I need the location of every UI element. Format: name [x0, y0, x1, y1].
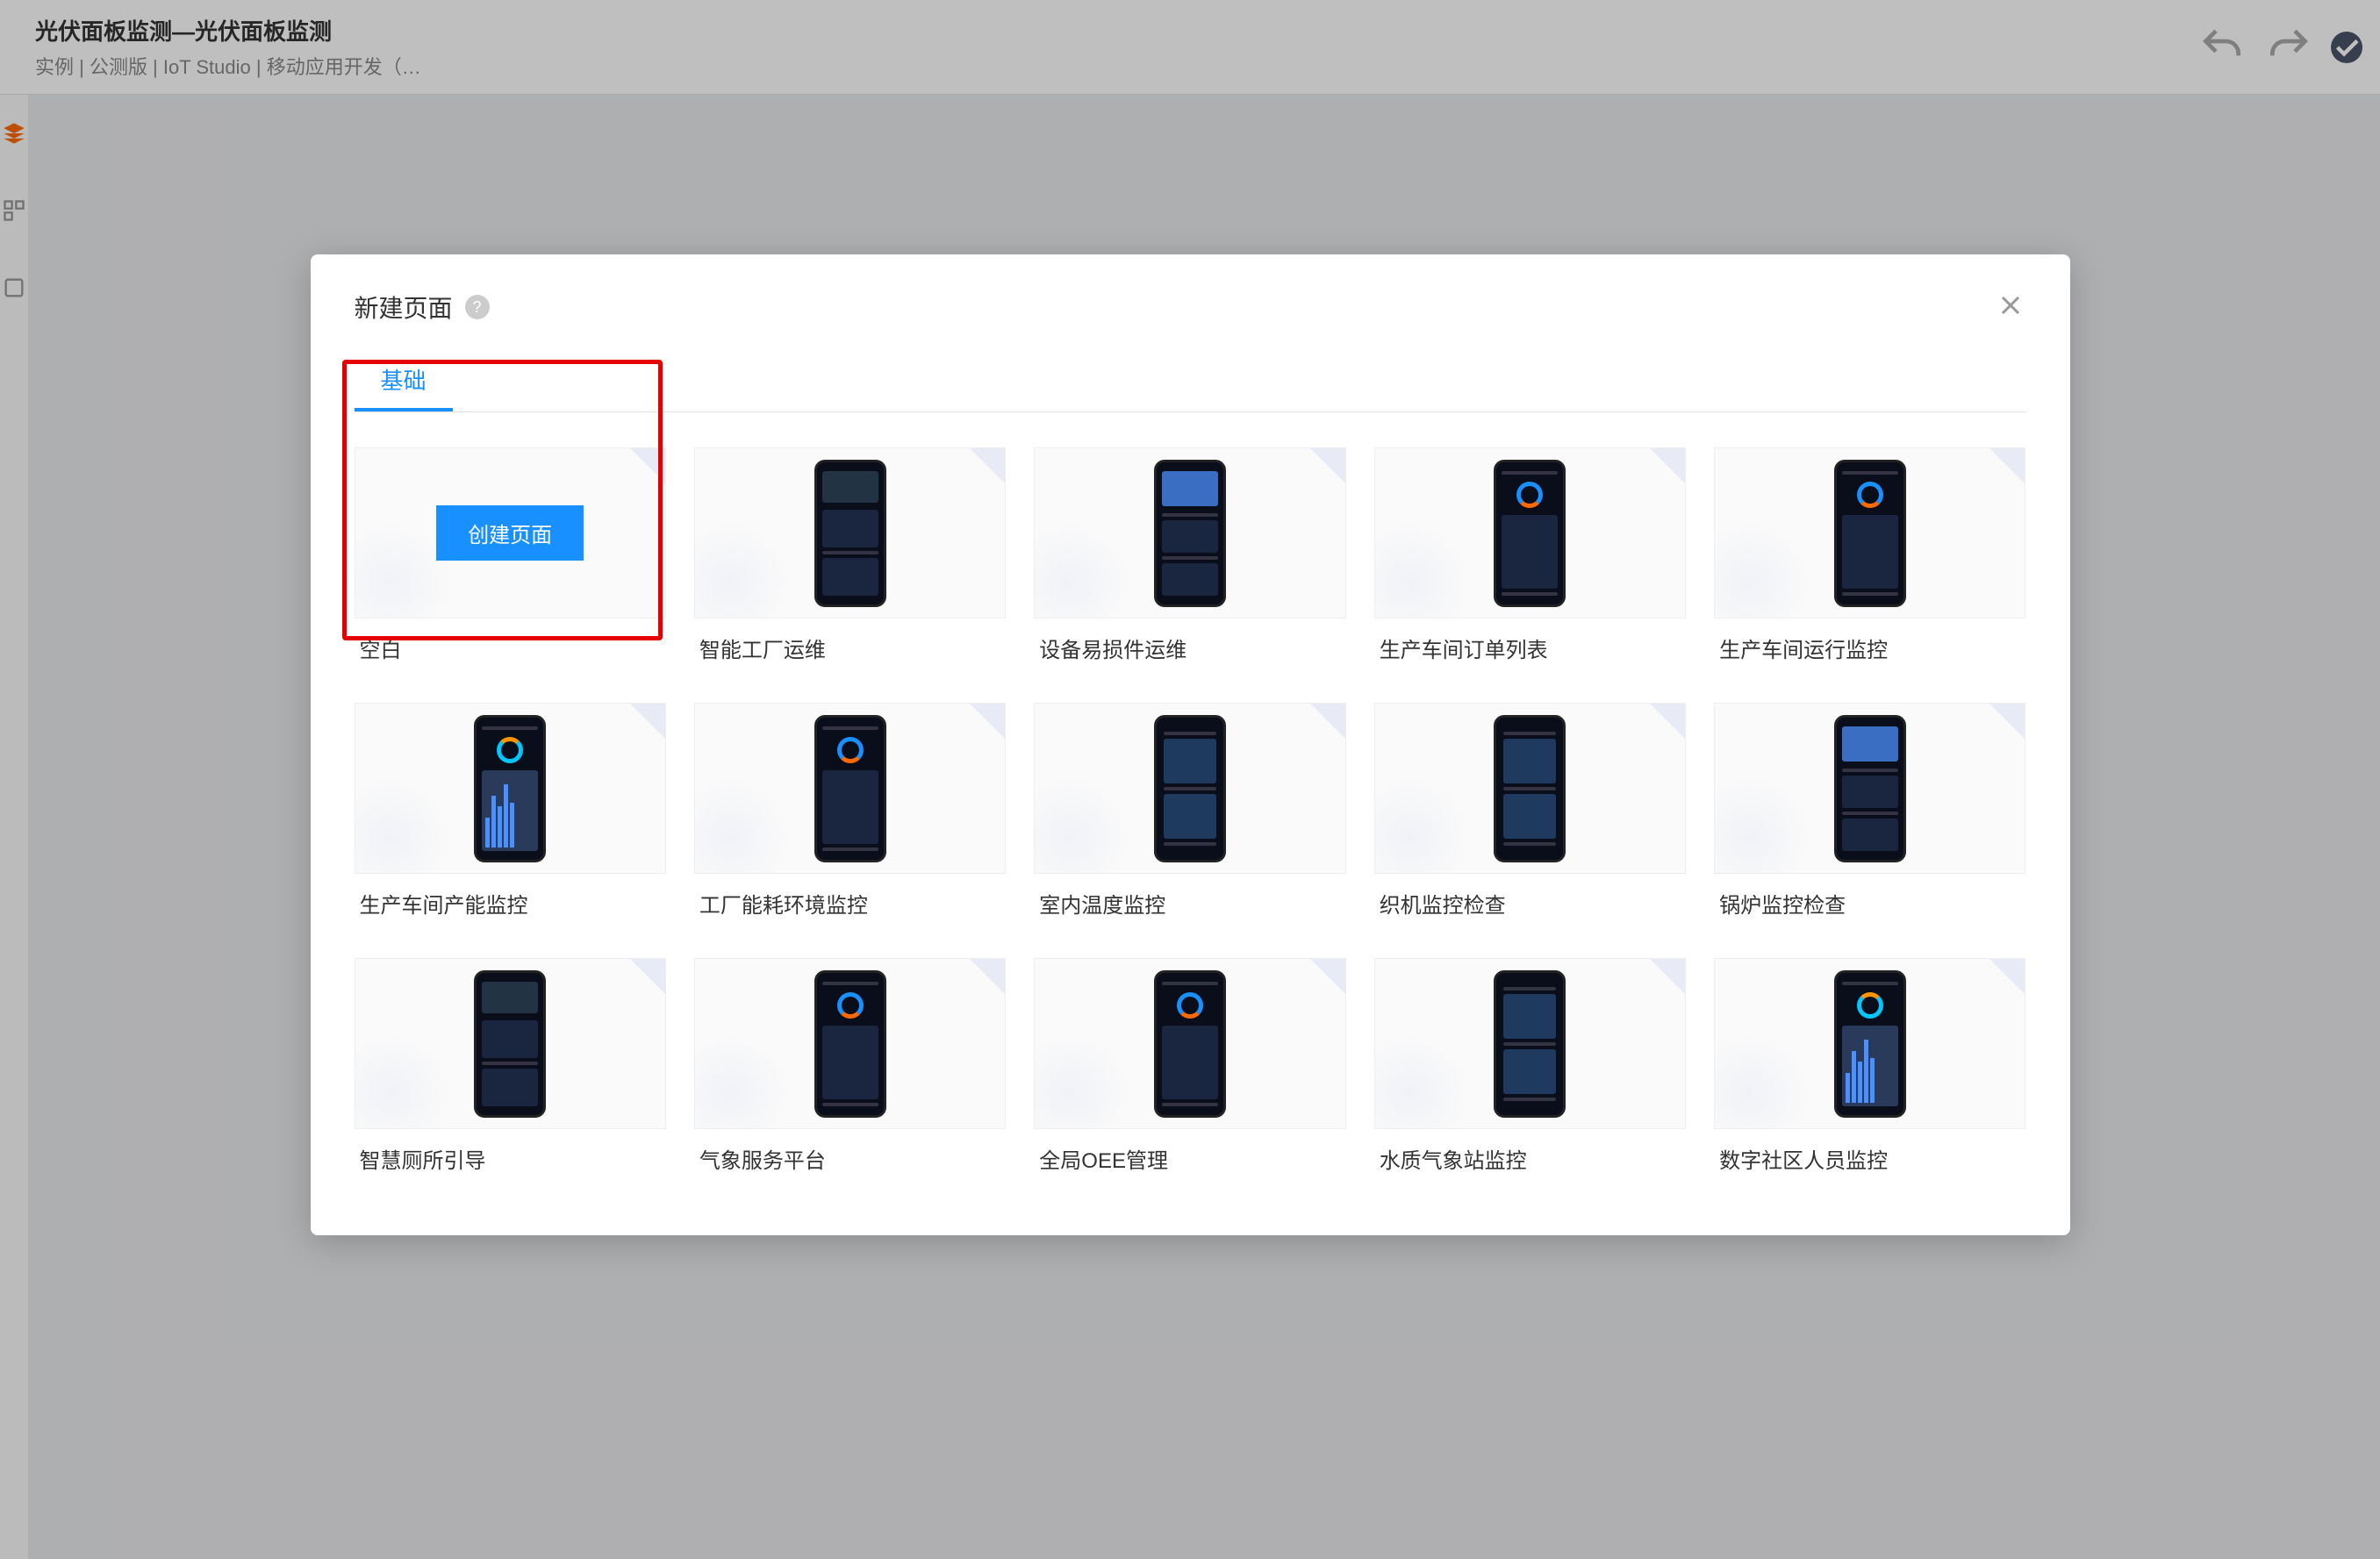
template-name: 织机监控检查 [1374, 874, 1686, 919]
modal-title: 新建页面 [355, 290, 453, 325]
template-name: 智能工厂运维 [694, 619, 1006, 663]
template-name: 生产车间运行监控 [1714, 619, 2025, 663]
phone-mockup [1834, 460, 1906, 607]
close-button[interactable] [1995, 290, 2026, 321]
template-card[interactable]: 织机监控检查 [1374, 703, 1686, 919]
create-page-button[interactable]: 创建页面 [436, 505, 584, 561]
phone-mockup [1834, 970, 1906, 1118]
template-card[interactable]: 智能工厂运维 [694, 447, 1006, 663]
phone-mockup [1154, 460, 1226, 607]
template-card[interactable]: 全局OEE管理 [1034, 958, 1345, 1174]
template-card[interactable]: 水质气象站监控 [1374, 958, 1686, 1174]
template-preview [694, 447, 1006, 619]
template-name: 锅炉监控检查 [1714, 874, 2025, 919]
tab-basic[interactable]: 基础 [355, 351, 453, 411]
template-card[interactable]: 生产车间运行监控 [1714, 447, 2025, 663]
template-preview [1714, 703, 2025, 874]
phone-mockup [814, 970, 886, 1118]
template-card[interactable]: 生产车间订单列表 [1374, 447, 1686, 663]
template-name: 水质气象站监控 [1374, 1129, 1686, 1174]
template-name: 设备易损件运维 [1034, 619, 1345, 663]
template-name: 气象服务平台 [694, 1129, 1006, 1174]
template-preview [1374, 447, 1686, 619]
template-card[interactable]: 室内温度监控 [1034, 703, 1345, 919]
template-name: 生产车间订单列表 [1374, 619, 1686, 663]
modal-tabs: 基础 [355, 351, 2026, 412]
template-name: 工厂能耗环境监控 [694, 874, 1006, 919]
phone-mockup [814, 460, 886, 607]
template-preview [694, 703, 1006, 874]
template-preview [1374, 958, 1686, 1129]
template-preview [1034, 447, 1345, 619]
template-card[interactable]: 锅炉监控检查 [1714, 703, 2025, 919]
phone-mockup [474, 715, 546, 862]
template-name: 空白 [355, 619, 666, 663]
template-name: 数字社区人员监控 [1714, 1129, 2025, 1174]
template-name: 室内温度监控 [1034, 874, 1345, 919]
phone-mockup [1154, 715, 1226, 862]
phone-mockup [1494, 715, 1566, 862]
template-name: 生产车间产能监控 [355, 874, 666, 919]
template-preview [1714, 447, 2025, 619]
phone-mockup [1154, 970, 1226, 1118]
template-card[interactable]: 生产车间产能监控 [355, 703, 666, 919]
help-icon[interactable]: ? [465, 295, 490, 319]
template-name: 智慧厕所引导 [355, 1129, 666, 1174]
template-card[interactable]: 气象服务平台 [694, 958, 1006, 1174]
template-card[interactable]: 智慧厕所引导 [355, 958, 666, 1174]
template-card[interactable]: 创建页面空白 [355, 447, 666, 663]
template-preview [355, 703, 666, 874]
new-page-modal: 新建页面 ? 基础 创建页面空白智能工厂运维设备易损件运维生产车间订单列表生产车… [311, 254, 2070, 1235]
phone-mockup [814, 715, 886, 862]
modal-overlay: 新建页面 ? 基础 创建页面空白智能工厂运维设备易损件运维生产车间订单列表生产车… [0, 0, 2380, 1559]
template-name: 全局OEE管理 [1034, 1129, 1345, 1174]
phone-mockup [1834, 715, 1906, 862]
phone-mockup [1494, 460, 1566, 607]
template-preview [694, 958, 1006, 1129]
template-preview [1034, 703, 1345, 874]
modal-header: 新建页面 ? [355, 290, 2026, 325]
phone-mockup [1494, 970, 1566, 1118]
template-card[interactable]: 数字社区人员监控 [1714, 958, 2025, 1174]
template-preview: 创建页面 [355, 447, 666, 619]
template-preview [1034, 958, 1345, 1129]
template-card[interactable]: 工厂能耗环境监控 [694, 703, 1006, 919]
phone-mockup [474, 970, 546, 1118]
template-grid: 创建页面空白智能工厂运维设备易损件运维生产车间订单列表生产车间运行监控生产车间产… [355, 447, 2026, 1174]
template-card[interactable]: 设备易损件运维 [1034, 447, 1345, 663]
template-preview [1714, 958, 2025, 1129]
template-preview [355, 958, 666, 1129]
template-preview [1374, 703, 1686, 874]
